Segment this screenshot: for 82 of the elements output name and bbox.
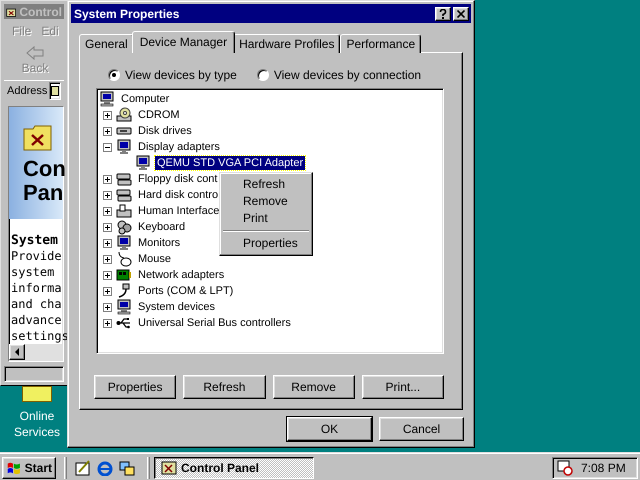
tree-item[interactable]: Universal Serial Bus controllers: [136, 316, 293, 330]
address-label: Address: [7, 85, 48, 98]
tree-item[interactable]: Mouse: [136, 252, 174, 266]
collapse-toggle[interactable]: [103, 142, 112, 152]
expand-toggle[interactable]: [103, 174, 112, 184]
close-icon: [457, 10, 465, 18]
radio-label[interactable]: View devices by type: [125, 68, 237, 82]
clock[interactable]: 7:08 PM: [581, 460, 626, 474]
disc-drive-icon: [116, 107, 132, 123]
monitor-icon: [135, 155, 151, 171]
dialog-title: System Properties: [74, 6, 180, 20]
expand-toggle[interactable]: [103, 286, 112, 296]
context-menu-item[interactable]: Refresh: [222, 176, 310, 193]
monitor-icon: [116, 139, 132, 155]
expand-toggle[interactable]: [103, 190, 112, 200]
help-button[interactable]: [435, 6, 451, 20]
tree-item[interactable]: CDROM: [136, 108, 182, 122]
monitor-icon: [116, 235, 132, 251]
help-icon: [439, 8, 447, 18]
device-tree[interactable]: [96, 88, 444, 354]
tab[interactable]: Hardware Profiles: [233, 34, 340, 53]
expand-toggle[interactable]: [103, 302, 112, 312]
tree-item[interactable]: Monitors: [136, 236, 182, 250]
section-title: System: [11, 232, 59, 248]
dialog-button[interactable]: Cancel: [379, 417, 464, 441]
mouse-icon: [116, 251, 132, 267]
left-arrow-icon: [26, 45, 44, 62]
tree-item[interactable]: System devices: [136, 300, 218, 314]
radio-button[interactable]: [256, 69, 269, 81]
expand-toggle[interactable]: [103, 222, 112, 232]
monitor-icon: [116, 299, 132, 315]
tree-item[interactable]: Ports (COM & LPT): [136, 284, 236, 298]
left-arrow-icon: [14, 348, 20, 356]
expand-toggle[interactable]: [103, 238, 112, 248]
drive-stack-icon: [116, 171, 132, 187]
tree-item[interactable]: Display adapters: [136, 140, 222, 154]
tree-item[interactable]: QEMU STD VGA PCI Adapter: [155, 156, 306, 170]
tab[interactable]: General: [79, 34, 134, 53]
calendar-clock-icon[interactable]: [557, 460, 573, 476]
expand-toggle[interactable]: [103, 270, 112, 280]
plug-icon: [116, 283, 132, 299]
scroll-left-button[interactable]: [9, 344, 25, 360]
action-button[interactable]: Remove: [272, 375, 355, 399]
expand-toggle[interactable]: [103, 254, 112, 264]
tree-item[interactable]: Hard disk contro: [136, 188, 220, 202]
address-field[interactable]: [49, 82, 61, 100]
browser-icon[interactable]: [97, 460, 113, 476]
desktop-icon-label[interactable]: Online Services: [14, 408, 60, 440]
drive-stack-icon: [116, 187, 132, 203]
action-button[interactable]: Print...: [362, 375, 444, 399]
tab[interactable]: Device Manager: [132, 31, 236, 53]
expand-toggle[interactable]: [103, 126, 112, 136]
start-button[interactable]: Start: [2, 456, 56, 478]
expand-toggle[interactable]: [103, 318, 112, 328]
context-menu-item[interactable]: Print: [222, 210, 310, 227]
tree-item[interactable]: Keyboard: [136, 220, 188, 234]
close-button[interactable]: [453, 6, 469, 20]
context-menu-item[interactable]: Properties: [222, 235, 310, 252]
window-title: Control: [19, 4, 62, 18]
tree-item[interactable]: Disk drives: [136, 124, 194, 138]
radio-button[interactable]: [108, 69, 120, 81]
tree-item[interactable]: Network adapters: [136, 268, 226, 282]
expand-toggle[interactable]: [103, 110, 112, 120]
tree-item[interactable]: Human Interface: [136, 204, 222, 218]
tree-item[interactable]: Computer: [119, 92, 172, 106]
device-icon: [116, 203, 132, 219]
folder-tools-icon: [23, 122, 53, 151]
dialog-button[interactable]: OK: [287, 417, 372, 441]
monitor-icon: [99, 91, 115, 107]
radio-label[interactable]: View devices by connection: [274, 68, 422, 82]
status-bar: [4, 366, 64, 382]
page-heading: Pan: [23, 180, 63, 205]
usb-icon: [116, 315, 132, 331]
network-card-icon: [116, 267, 132, 283]
page-heading: Con: [23, 156, 63, 181]
tree-item[interactable]: Floppy disk cont: [136, 172, 220, 186]
action-button[interactable]: Properties: [94, 375, 176, 399]
taskbar-button[interactable]: Control Panel: [154, 456, 314, 478]
expand-toggle[interactable]: [103, 206, 112, 216]
context-menu-item[interactable]: Remove: [222, 193, 310, 210]
tab[interactable]: Performance: [340, 34, 422, 53]
action-button[interactable]: Refresh: [183, 375, 266, 399]
